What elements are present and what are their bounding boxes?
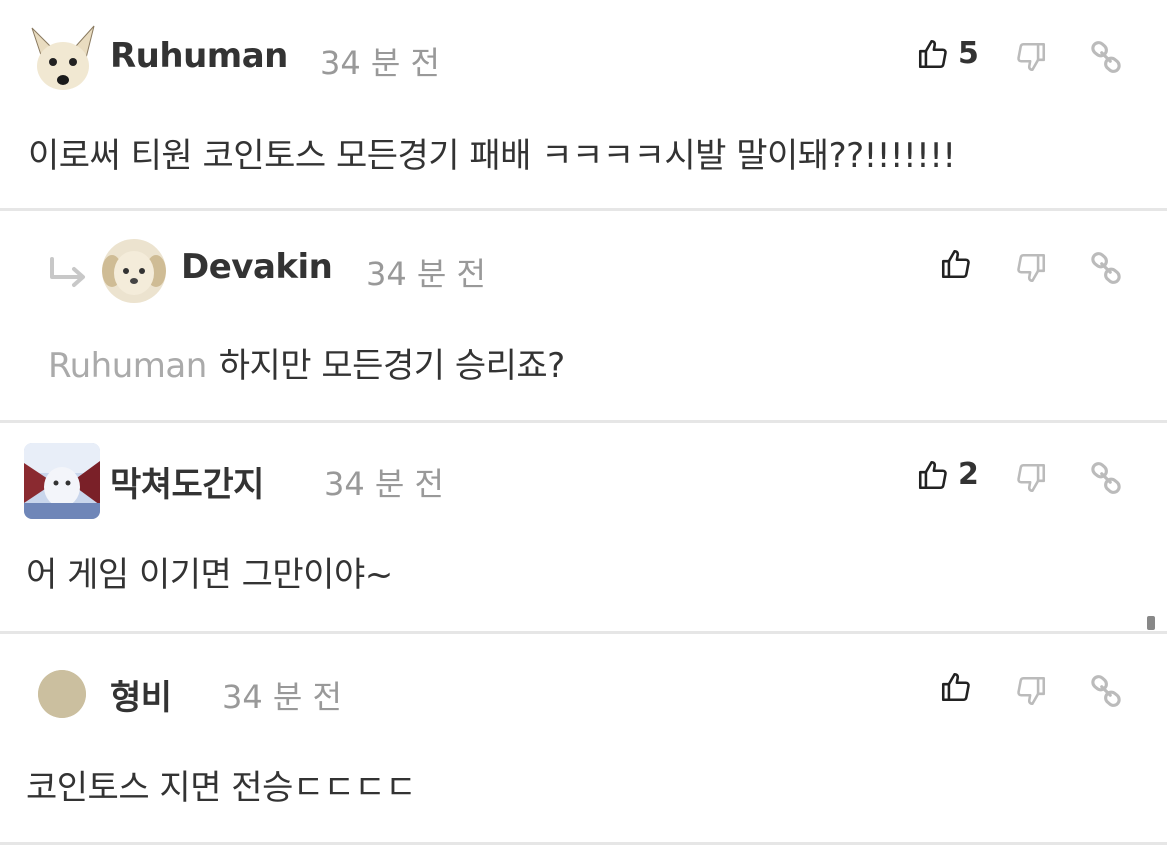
dislike-button[interactable] — [1014, 461, 1048, 495]
share-link-button[interactable] — [1089, 251, 1123, 285]
mention-link[interactable]: Ruhuman — [48, 346, 207, 386]
avatar[interactable] — [24, 443, 100, 519]
avatar[interactable] — [28, 24, 98, 94]
comment-body: 이로써 티원 코인토스 모든경기 패배 ㅋㅋㅋㅋ시발 말이돼??!!!!!!! — [28, 136, 956, 176]
comment-body: 코인토스 지면 전승ㄷㄷㄷㄷ — [26, 768, 416, 808]
share-link-button[interactable] — [1089, 674, 1123, 708]
comment-item: 막쳐도간지 34 분 전 2 어 게임 이기면 그만이야~ — [0, 423, 1167, 631]
thumbs-up-icon — [918, 39, 947, 68]
dislike-button[interactable] — [1014, 40, 1048, 74]
comment-author[interactable]: 형비 — [110, 670, 172, 719]
comment-author[interactable]: Ruhuman — [110, 36, 288, 76]
share-link-button[interactable] — [1089, 461, 1123, 495]
comment-body: 어 게임 이기면 그만이야~ — [26, 555, 393, 595]
like-count: 2 — [958, 457, 979, 492]
thumbs-up-icon — [941, 249, 970, 279]
link-icon — [1091, 41, 1121, 73]
scroll-indicator[interactable] — [1147, 616, 1155, 630]
comment-time: 34 분 전 — [320, 44, 440, 82]
link-icon — [1091, 252, 1121, 284]
reply-arrow-icon — [50, 257, 85, 287]
comment-body: Ruhuman 하지만 모든경기 승리죠? — [48, 338, 565, 387]
comment-time: 34 분 전 — [222, 678, 342, 716]
avatar[interactable] — [38, 670, 86, 718]
comment-time: 34 분 전 — [324, 465, 444, 503]
comment-author[interactable]: 막쳐도간지 — [110, 457, 264, 506]
link-icon — [1091, 462, 1121, 494]
reply-comment-item: Devakin 34 분 전 Ruhuman 하지만 모든경기 승리죠? — [0, 211, 1167, 420]
default-circle-avatar-icon — [38, 670, 86, 718]
thumbs-down-icon — [1017, 463, 1046, 493]
thumbs-down-icon — [1017, 42, 1046, 72]
photo-avatar-icon — [24, 443, 100, 519]
dislike-button[interactable] — [1014, 251, 1048, 285]
thumbs-up-icon — [918, 460, 947, 489]
like-button[interactable]: 5 — [916, 36, 979, 71]
avatar[interactable] — [102, 239, 166, 303]
thumbs-down-icon — [1017, 676, 1046, 706]
link-icon — [1091, 675, 1121, 707]
like-button[interactable]: 2 — [916, 457, 979, 492]
reply-indicator — [46, 255, 90, 291]
comment-author[interactable]: Devakin — [181, 247, 333, 287]
like-count: 5 — [958, 36, 979, 71]
dog-face-avatar-icon — [31, 25, 95, 90]
divider — [0, 842, 1167, 845]
comment-item: 형비 34 분 전 코인토스 지면 전승ㄷㄷㄷㄷ — [0, 634, 1167, 842]
thumbs-down-icon — [1017, 253, 1046, 283]
like-button[interactable] — [939, 247, 973, 281]
comment-item: Ruhuman 34 분 전 5 이로써 티원 코인토스 모든경기 패배 ㅋㅋㅋ… — [0, 0, 1167, 209]
puppy-face-avatar-icon — [102, 239, 166, 303]
like-button[interactable] — [939, 670, 973, 704]
share-link-button[interactable] — [1089, 40, 1123, 74]
comment-time: 34 분 전 — [366, 255, 486, 293]
comment-body-text: 하지만 모든경기 승리죠? — [218, 346, 565, 386]
dislike-button[interactable] — [1014, 674, 1048, 708]
thumbs-up-icon — [941, 672, 970, 702]
